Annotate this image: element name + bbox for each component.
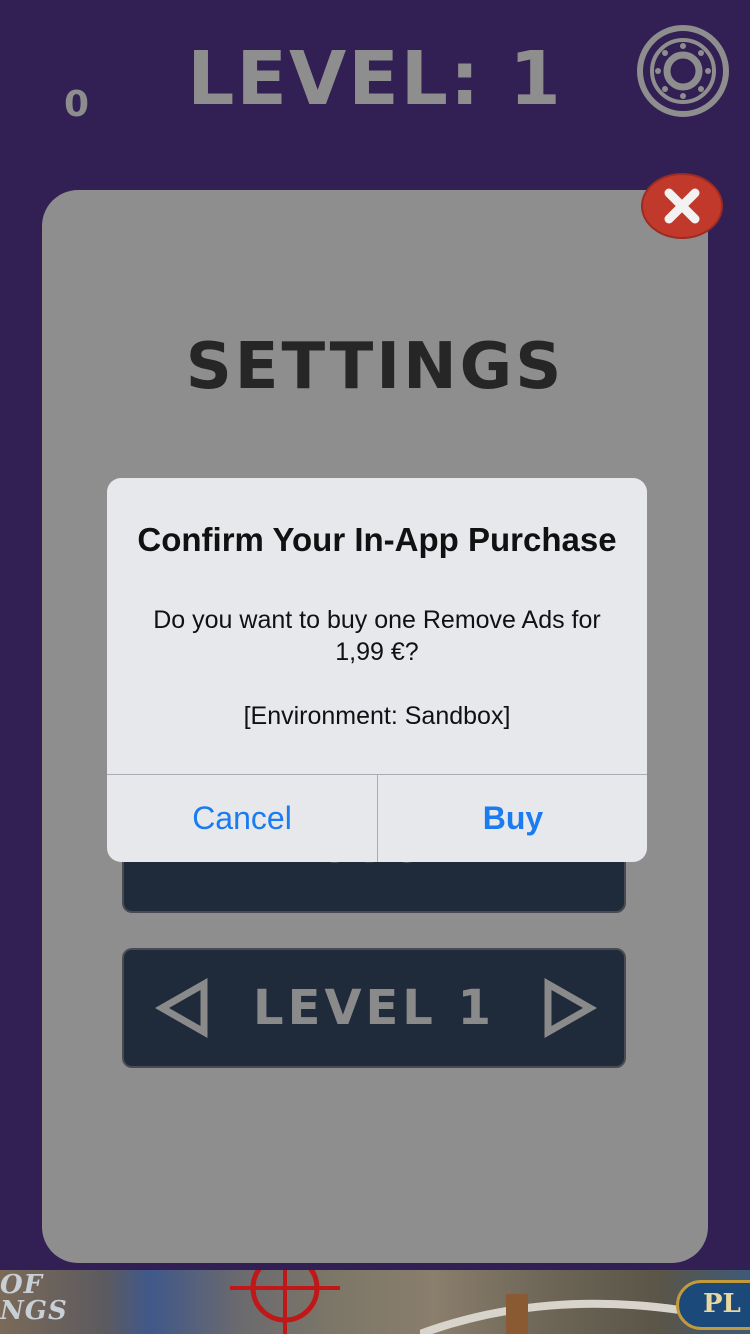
alert-message: Do you want to buy one Remove Ads for 1,… xyxy=(153,606,601,730)
purchase-alert: Confirm Your In-App Purchase Do you want… xyxy=(107,478,647,862)
buy-button[interactable]: Buy xyxy=(378,775,647,862)
cancel-button[interactable]: Cancel xyxy=(107,775,377,862)
alert-title: Confirm Your In-App Purchase xyxy=(137,521,617,558)
